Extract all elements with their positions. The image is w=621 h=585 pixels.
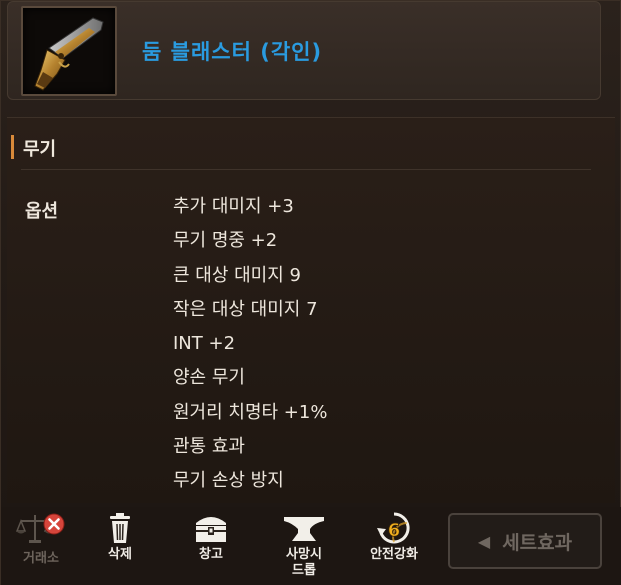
item-slot[interactable] bbox=[21, 6, 117, 96]
scale-icon bbox=[1, 511, 81, 545]
svg-text:6: 6 bbox=[388, 520, 401, 541]
item-header: 둠 블래스터 (각인) bbox=[7, 1, 601, 100]
safe-enchant-label: 안전강화 bbox=[370, 547, 418, 562]
delete-button[interactable]: 삭제 bbox=[80, 511, 160, 563]
section-title: 무기 bbox=[23, 139, 57, 160]
item-tooltip-panel: 둠 블래스터 (각인) 무기 옵션 추가 대미지 +3 무기 명중 +2 큰 대… bbox=[0, 0, 621, 585]
storage-label: 창고 bbox=[199, 547, 223, 562]
options-list: 추가 대미지 +3 무기 명중 +2 큰 대상 대미지 9 작은 대상 대미지 … bbox=[173, 195, 327, 504]
drop-on-death-label-2: 드롭 bbox=[292, 563, 316, 578]
section-divider bbox=[21, 169, 591, 170]
option-row: 무기 명중 +2 bbox=[173, 230, 278, 252]
item-name: 둠 블래스터 (각인) bbox=[142, 40, 323, 64]
delete-label: 삭제 bbox=[108, 547, 132, 562]
option-row: 추가 대미지 +3 bbox=[173, 196, 294, 217]
option-row: 양손 무기 bbox=[173, 367, 245, 389]
anvil-icon bbox=[264, 511, 344, 545]
option-row: 무기 손상 방지 bbox=[173, 470, 284, 492]
left-arrow-icon: ◀ bbox=[477, 531, 491, 551]
chest-icon bbox=[171, 511, 251, 545]
safe-enchant-button[interactable]: 6 안전강화 bbox=[354, 511, 434, 563]
enchant-6-icon: 6 bbox=[354, 511, 434, 545]
set-effect-button[interactable]: ◀ 세트효과 bbox=[448, 513, 602, 569]
option-row: 큰 대상 대미지 9 bbox=[173, 264, 301, 286]
option-row: 관통 효과 bbox=[173, 436, 245, 458]
option-row: 작은 대상 대미지 7 bbox=[173, 298, 318, 320]
drop-on-death-label-1: 사망시 bbox=[286, 547, 322, 562]
options-label: 옵션 bbox=[25, 201, 59, 222]
disabled-x-icon bbox=[43, 513, 65, 539]
trade-button[interactable]: 거래소 bbox=[1, 511, 81, 567]
set-effect-label: 세트효과 bbox=[502, 531, 573, 554]
storage-button[interactable]: 창고 bbox=[171, 511, 251, 563]
trash-icon bbox=[80, 511, 160, 545]
drop-on-death-button[interactable]: 사망시 드롭 bbox=[264, 511, 344, 579]
trade-label: 거래소 bbox=[23, 551, 59, 566]
option-row: INT +2 bbox=[173, 333, 236, 355]
option-row: 원거리 치명타 +1% bbox=[173, 401, 328, 423]
section-accent-bar bbox=[11, 135, 14, 159]
